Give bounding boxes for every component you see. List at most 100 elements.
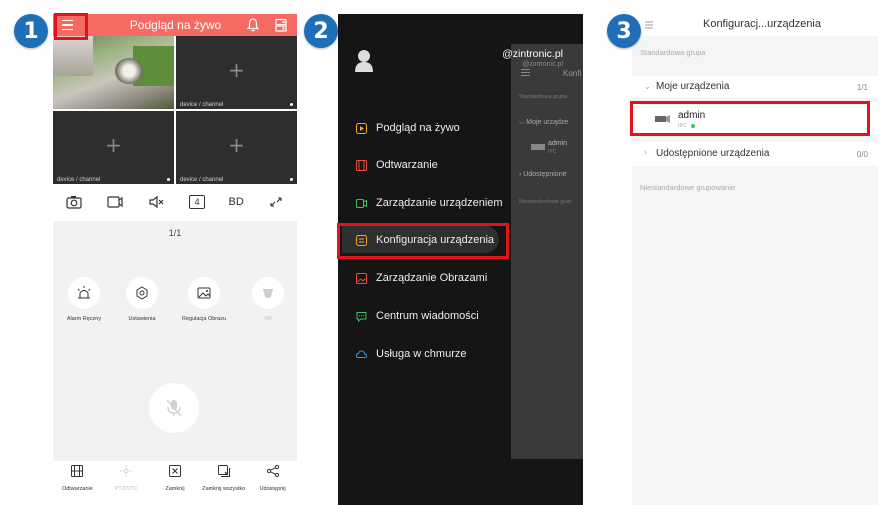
cell-dot [290, 178, 293, 181]
add-channel-icon[interactable]: + [176, 133, 297, 157]
background-camera-icon [531, 144, 545, 150]
vr-icon [263, 289, 273, 298]
share-button[interactable]: Udostępnij [249, 461, 297, 499]
settings-button[interactable]: Ustawienia [117, 277, 167, 322]
close-label: Zamknij [165, 486, 185, 492]
live-toolbar: 4 BD [53, 186, 297, 218]
shared-devices-group[interactable]: › Udostępnione urządzenia 0/0 [632, 142, 878, 166]
image-adjust-icon [197, 287, 211, 299]
control-panel: 1/1 Alarm Ręczny Ustawienia Regulacja Ob… [53, 221, 297, 499]
ptz-icon [120, 465, 133, 477]
images-icon [356, 272, 367, 284]
page-indicator: 1/1 [168, 228, 182, 238]
background-title: Konfi [563, 69, 582, 78]
menu-item-device-management[interactable]: Zarządzanie urządzeniem [356, 193, 503, 213]
settings-icon [136, 286, 148, 300]
live-icon [356, 122, 367, 134]
page-title: Podgląd na żywo [129, 18, 222, 32]
background-my-devices: ⌵ Moje urządze [519, 119, 569, 126]
alarm-icon [77, 286, 91, 299]
camera-image [53, 36, 93, 76]
highlight-device-admin [630, 101, 870, 136]
cell-dot [290, 103, 293, 106]
config-header: Konfiguracj...urządzenia [632, 14, 878, 36]
layout-icon[interactable] [275, 18, 287, 32]
background-nonstd: Niestandardowe grup [519, 199, 572, 205]
live-view-screen: Podgląd na żywo + device / channel + dev… [53, 14, 297, 499]
shared-devices-label: Udostępnione urządzenia [656, 148, 770, 159]
background-group: Standardowa grupa [519, 94, 568, 100]
step-2-badge: 2 [304, 14, 338, 48]
shared-devices-count: 0/0 [856, 150, 868, 159]
video-cell-empty[interactable]: + device / channel [53, 111, 174, 184]
device-icon [356, 198, 367, 208]
video-grid: + device / channel + device / channel + … [53, 36, 297, 186]
talk-button[interactable] [149, 383, 199, 433]
mute-icon[interactable] [148, 194, 166, 210]
cell-label: device / channel [180, 177, 224, 183]
menu-icon [521, 69, 531, 78]
chevron-down-icon: ⌄ [644, 82, 651, 91]
group-label: Standardowa grupa [640, 48, 706, 57]
channel-count-button[interactable]: 4 [189, 195, 206, 209]
bell-icon[interactable] [247, 18, 259, 32]
video-cell-empty[interactable]: + device / channel [176, 111, 297, 184]
close-all-icon [217, 465, 230, 477]
bottom-action-bar: Odtwarzanie PTZ/VTC Zamknij Zamknij wszy… [53, 461, 297, 499]
playback-label: Odtwarzanie [61, 486, 93, 492]
avatar-icon[interactable] [354, 48, 374, 72]
close-button[interactable]: Zamknij [151, 461, 199, 499]
my-devices-label: Moje urządzenia [656, 81, 730, 92]
record-icon[interactable] [106, 194, 124, 210]
microphone-off-icon [166, 399, 182, 417]
highlight-menu-button [54, 13, 88, 40]
my-devices-count: 1/1 [856, 83, 868, 92]
video-cell-empty[interactable]: + device / channel [176, 36, 297, 109]
playback-button[interactable]: Odtwarzanie [53, 461, 101, 499]
camera-image-tree [115, 58, 143, 84]
cell-label: device / channel [180, 102, 224, 108]
menu-item-playback[interactable]: Odtwarzanie [356, 155, 438, 175]
background-shared: › Udostępnione [519, 171, 567, 178]
background-admin-type: IPC [548, 149, 557, 155]
my-devices-group[interactable]: ⌄ Moje urządzenia 1/1 [632, 76, 878, 98]
add-channel-icon[interactable]: + [176, 58, 297, 82]
cloud-icon [356, 349, 367, 358]
settings-label: Ustawienia [128, 316, 156, 322]
menu-item-live-view[interactable]: Podgląd na żywo [356, 118, 460, 138]
add-channel-icon[interactable]: + [53, 133, 174, 157]
video-cell-live[interactable] [53, 36, 174, 109]
close-icon [168, 465, 181, 477]
quality-toggle[interactable]: BD [229, 196, 244, 208]
background-screen: Konfi Standardowa grupa ⌵ Moje urządze a… [511, 44, 583, 459]
alarm-label: Alarm Ręczny [66, 316, 102, 322]
fullscreen-icon[interactable] [267, 194, 285, 210]
nonstandard-group-label: Niestandardowe grupowanie [640, 183, 736, 192]
menu-item-cloud-service[interactable]: Usługa w chmurze [356, 344, 466, 364]
step-3-badge: 3 [607, 14, 641, 48]
menu-item-message-center[interactable]: Centrum wiadomości [356, 306, 479, 326]
user-email: @zintronic.pl [502, 48, 563, 60]
chevron-right-icon: › [644, 148, 648, 157]
device-config-screen: Konfiguracj...urządzenia Standardowa gru… [632, 14, 878, 505]
message-icon [356, 311, 367, 322]
side-menu-screen: Konfi Standardowa grupa ⌵ Moje urządze a… [338, 14, 583, 505]
cell-label: device / channel [57, 177, 101, 183]
image-adjust-button[interactable]: Regulacja Obrazu [179, 277, 229, 322]
playback-icon [356, 159, 367, 171]
alarm-button[interactable]: Alarm Ręczny [59, 277, 109, 322]
close-all-button[interactable]: Zamknij wszystko [200, 461, 248, 499]
ptz-label: PTZ/VTC [114, 486, 138, 492]
menu-item-image-management[interactable]: Zarządzanie Obrazami [356, 268, 487, 288]
app-header: Podgląd na żywo [53, 14, 297, 36]
snapshot-icon[interactable] [65, 194, 83, 210]
cell-dot [167, 178, 170, 181]
ptz-button[interactable]: PTZ/VTC [102, 461, 150, 499]
vr-button[interactable]: VR [243, 277, 293, 322]
step-1-badge: 1 [14, 14, 48, 48]
background-admin: admin [548, 140, 568, 147]
share-label: Udostępnij [259, 486, 286, 492]
menu-icon[interactable] [644, 19, 654, 31]
highlight-device-config [337, 223, 509, 259]
vr-label: VR [264, 316, 272, 322]
